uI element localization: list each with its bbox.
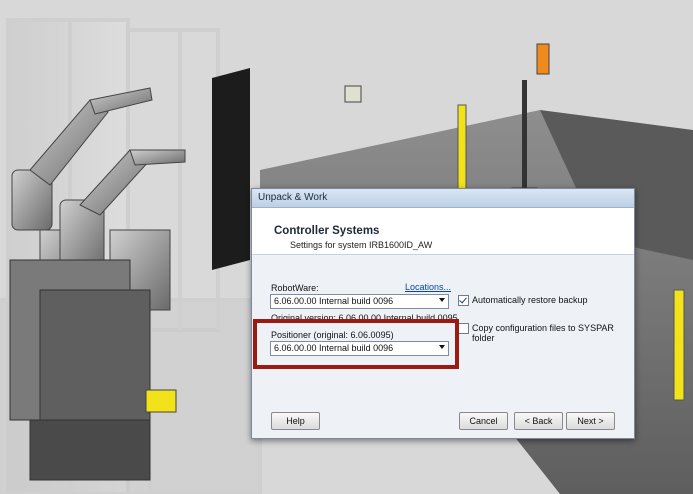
light-curtain-pole	[457, 104, 467, 191]
next-button[interactable]: Next >	[566, 412, 615, 430]
copy-config-label: Copy configuration files to SYSPAR folde…	[472, 323, 614, 343]
cancel-button[interactable]: Cancel	[459, 412, 508, 430]
restore-backup-label: Automatically restore backup	[472, 295, 588, 305]
signal-pole	[522, 80, 527, 195]
signal-lamp	[536, 43, 550, 75]
robotware-label: RobotWare:	[271, 283, 319, 293]
dialog-titlebar: Unpack & Work	[252, 189, 634, 208]
dialog-title: Unpack & Work	[258, 192, 328, 203]
locations-link[interactable]: Locations...	[405, 282, 451, 292]
chevron-down-icon	[439, 298, 445, 302]
robotware-version-select[interactable]: 6.06.00.00 Internal build 0096	[270, 294, 449, 309]
light-curtain-pole	[673, 289, 685, 401]
page-title: Controller Systems	[274, 225, 380, 237]
unpack-and-work-dialog: Unpack & Work Controller Systems Setting…	[251, 188, 635, 439]
help-button[interactable]: Help	[271, 412, 320, 430]
robotware-selected-value: 6.06.00.00 Internal build 0096	[274, 296, 394, 306]
yellow-sensor-box	[145, 389, 177, 413]
welding-curtain	[212, 68, 250, 270]
back-button[interactable]: < Back	[514, 412, 563, 430]
copy-config-checkbox[interactable]	[458, 323, 469, 334]
dialog-header: Controller Systems Settings for system I…	[252, 208, 634, 255]
page-subtitle: Settings for system IRB1600ID_AW	[290, 240, 433, 250]
positioner-highlight-box	[253, 319, 459, 369]
control-box	[344, 85, 362, 103]
restore-backup-checkbox[interactable]	[458, 295, 469, 306]
positioner-machine	[9, 259, 151, 481]
